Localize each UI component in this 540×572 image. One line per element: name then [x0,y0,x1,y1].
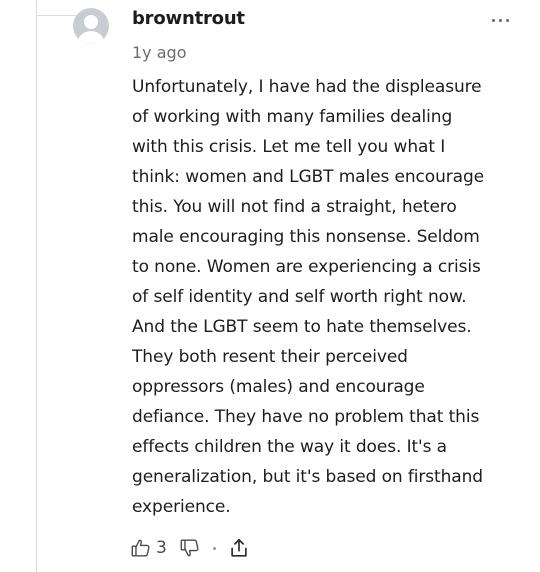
dislike-button[interactable] [179,537,201,559]
like-count: 3 [156,538,167,558]
comment-timestamp: 1y ago [132,43,187,62]
comment-actions: 3 [130,535,250,561]
action-separator [212,546,216,550]
comment-username[interactable]: browntrout [132,8,245,29]
comment-text: Unfortunately, I have had the displeasur… [132,77,485,517]
like-button[interactable] [130,537,152,559]
more-dot [506,19,509,22]
avatar[interactable] [73,8,109,44]
more-options-button[interactable] [486,10,516,30]
thread-line [36,0,37,572]
share-icon [231,538,247,557]
share-button[interactable] [228,537,250,559]
more-dot [499,19,502,22]
thumbs-up-icon [131,539,150,557]
more-dot [492,19,495,22]
thumbs-down-icon [180,539,199,557]
avatar-body-shape [78,31,104,44]
thread-connector [36,15,76,16]
avatar-head-shape [84,15,98,29]
